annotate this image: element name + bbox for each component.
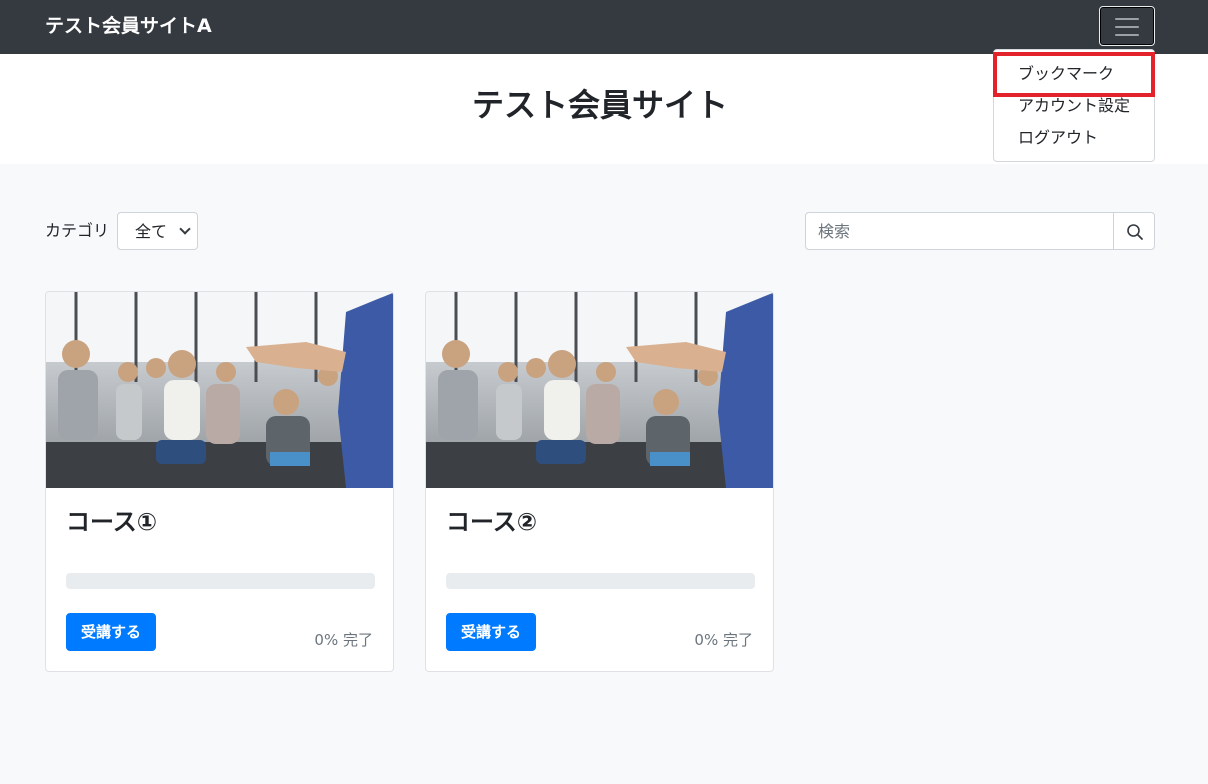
completion-status: 0% 完了 [314, 631, 373, 649]
course-title[interactable]: コース② [446, 506, 537, 538]
course-thumbnail-image [426, 292, 773, 488]
completion-status: 0% 完了 [694, 631, 753, 649]
navbar: テスト会員サイトA [0, 0, 1208, 54]
user-dropdown-menu: ブックマーク アカウント設定 ログアウト [993, 49, 1155, 162]
category-select-value: 全て [135, 222, 168, 241]
search-icon [1127, 224, 1143, 240]
category-select[interactable]: 全て [117, 212, 198, 250]
menu-item-bookmark[interactable]: ブックマーク [994, 58, 1154, 90]
course-title[interactable]: コース① [66, 506, 157, 538]
course-progress-bar [66, 573, 375, 589]
start-course-button[interactable]: 受講する [446, 613, 536, 651]
menu-item-logout[interactable]: ログアウト [994, 122, 1154, 154]
menu-item-account-settings[interactable]: アカウント設定 [994, 90, 1154, 122]
site-brand[interactable]: テスト会員サイトA [45, 13, 212, 39]
search-input[interactable] [805, 212, 1114, 250]
category-label: カテゴリ [45, 221, 110, 240]
chevron-down-icon [179, 223, 191, 235]
search-button[interactable] [1113, 212, 1155, 250]
navbar-toggle-button[interactable] [1099, 6, 1155, 46]
course-card: コース② 受講する 0% 完了 [425, 291, 774, 672]
course-progress-bar [446, 573, 755, 589]
hamburger-menu-icon [1115, 18, 1139, 36]
course-thumbnail-image [46, 292, 393, 488]
start-course-button[interactable]: 受講する [66, 613, 156, 651]
course-card: コース① 受講する 0% 完了 [45, 291, 394, 672]
